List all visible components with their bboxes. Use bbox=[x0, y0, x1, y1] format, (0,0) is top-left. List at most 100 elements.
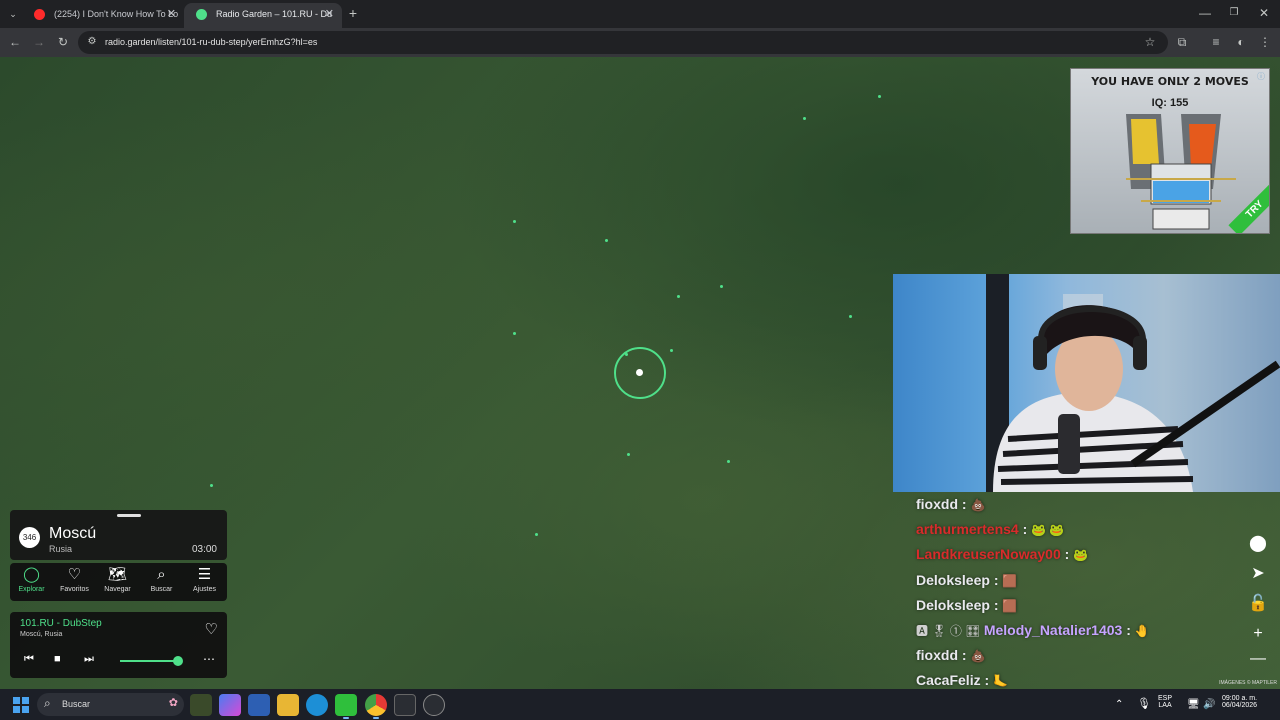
station-dot[interactable] bbox=[727, 460, 730, 463]
nav-label: Buscar bbox=[150, 586, 173, 593]
more-options-icon[interactable]: ⋯ bbox=[203, 652, 215, 666]
back-icon[interactable]: ← bbox=[5, 32, 25, 52]
heart-icon: ♡ bbox=[67, 566, 82, 583]
station-dot[interactable] bbox=[513, 332, 516, 335]
chat-username: Deloksleep bbox=[916, 571, 990, 588]
station-dot[interactable] bbox=[605, 239, 608, 242]
youtube-icon bbox=[34, 9, 45, 20]
volume-slider[interactable] bbox=[120, 660, 180, 662]
close-window-icon[interactable]: ✕ bbox=[1254, 3, 1274, 23]
local-time: 03:00 bbox=[191, 544, 217, 555]
terminal-icon[interactable] bbox=[394, 694, 416, 716]
station-dot[interactable] bbox=[803, 117, 806, 120]
chat-message: fioxdd : 💩 bbox=[916, 496, 986, 512]
site-info-icon[interactable]: ⚙ bbox=[82, 32, 102, 52]
next-icon[interactable]: ⏭ bbox=[84, 653, 94, 666]
tab-youtube[interactable]: (2254) I Don't Know How To Lo ✕ bbox=[22, 3, 184, 28]
station-dot[interactable] bbox=[878, 95, 881, 98]
station-pin-icon[interactable]: ⬤ bbox=[1246, 532, 1270, 556]
station-name[interactable]: 101.RU - DubStep bbox=[20, 618, 102, 629]
tab-search-icon[interactable]: ⌄ bbox=[3, 4, 23, 24]
taskbar-app-icon[interactable] bbox=[190, 694, 212, 716]
chat-username: CacaFeliz bbox=[916, 672, 981, 689]
place-city: Moscú bbox=[49, 525, 97, 542]
search-icon: ⌕ bbox=[157, 566, 166, 583]
windows-start-icon[interactable] bbox=[13, 697, 29, 713]
selected-station-dot[interactable] bbox=[636, 369, 643, 376]
browser-toolbar: ← → ↻ ⚙ radio.garden/listen/101-ru-dub-s… bbox=[0, 28, 1280, 57]
address-bar[interactable]: ⚙ radio.garden/listen/101-ru-dub-step/ye… bbox=[78, 31, 1168, 54]
chat-emote: 🐸 🐸 bbox=[1031, 523, 1065, 538]
network-icon[interactable]: 🖥 bbox=[1187, 689, 1200, 720]
edge-icon[interactable] bbox=[306, 694, 328, 716]
bookmark-star-icon[interactable]: ☆ bbox=[1140, 32, 1160, 52]
minimize-icon[interactable]: — bbox=[1195, 3, 1215, 23]
new-tab-icon[interactable]: + bbox=[343, 3, 363, 23]
volume-icon[interactable]: 🔊 bbox=[1203, 689, 1215, 720]
nav-label: Navegar bbox=[104, 586, 131, 593]
station-dot[interactable] bbox=[210, 484, 213, 487]
locate-me-icon[interactable]: ➤ bbox=[1246, 562, 1270, 586]
search-highlight-icon: ✿ bbox=[168, 697, 178, 709]
microphone-icon[interactable]: 🎙 bbox=[1137, 689, 1151, 720]
zoom-in-icon[interactable]: + bbox=[1246, 622, 1270, 646]
chat-emote: 💩 bbox=[970, 498, 986, 512]
zoom-out-icon[interactable]: — bbox=[1246, 647, 1270, 671]
clock-time: 09:00 a. m. bbox=[1222, 695, 1258, 702]
profile-avatar-icon[interactable]: ◐ bbox=[1231, 32, 1251, 52]
favorite-heart-icon[interactable]: ♡ bbox=[205, 620, 218, 638]
store-icon[interactable] bbox=[248, 694, 270, 716]
reload-icon[interactable]: ↻ bbox=[53, 32, 73, 52]
nav-label: Explorar bbox=[18, 586, 45, 593]
chat-emote: 🟫 bbox=[1002, 573, 1018, 588]
station-dot[interactable] bbox=[513, 220, 516, 223]
chat-username: Melody_Natalier1403 bbox=[983, 621, 1123, 638]
stop-icon[interactable]: ■ bbox=[54, 653, 61, 665]
chat-message: 🅰 🎖 ① 🎛 Melody_Natalier1403 : 🤚 bbox=[916, 621, 1150, 638]
extensions-icon[interactable]: ⧉ bbox=[1172, 32, 1192, 52]
place-card[interactable]: 346 Moscú Rusia 03:00 bbox=[10, 510, 227, 560]
restore-icon[interactable]: ❐ bbox=[1224, 3, 1244, 23]
kick-icon[interactable] bbox=[335, 694, 357, 719]
language-code: ESP bbox=[1158, 695, 1173, 702]
browser-menu-icon[interactable]: ⋮ bbox=[1255, 32, 1275, 52]
radio-garden-icon bbox=[196, 9, 207, 20]
webcam-feed bbox=[986, 274, 1280, 492]
forward-icon[interactable]: → bbox=[29, 32, 49, 52]
nav-browse[interactable]: 🗺 Navegar bbox=[96, 565, 139, 593]
lock-icon[interactable]: 🔓 bbox=[1246, 592, 1270, 616]
drag-handle[interactable] bbox=[117, 514, 141, 517]
tab-radio-garden[interactable]: Radio Garden – 101.RU - Du ✕ bbox=[184, 3, 342, 28]
url-text[interactable]: radio.garden/listen/101-ru-dub-step/yerE… bbox=[105, 31, 317, 54]
previous-icon[interactable]: ⏮ bbox=[24, 653, 34, 666]
station-dot[interactable] bbox=[720, 285, 723, 288]
search-icon: ⌕ bbox=[44, 696, 51, 710]
media-controls-icon[interactable]: ≡ bbox=[1206, 32, 1226, 52]
tray-chevron-icon[interactable]: ⌃ bbox=[1115, 689, 1123, 720]
nav-search[interactable]: ⌕ Buscar bbox=[140, 565, 183, 593]
chrome-icon[interactable] bbox=[365, 694, 387, 719]
place-country: Rusia bbox=[49, 544, 73, 554]
station-dot[interactable] bbox=[670, 349, 673, 352]
game-ad[interactable]: ⓘ YOU HAVE ONLY 2 MOVES IQ: 155 TRY bbox=[1070, 68, 1270, 234]
nav-favorites[interactable]: ♡ Favoritos bbox=[53, 565, 96, 593]
chat-message: fioxdd : 💩 bbox=[916, 647, 986, 664]
nav-explore[interactable]: ◯ Explorar bbox=[10, 565, 53, 593]
taskbar-search[interactable]: ⌕ Buscar ✿ bbox=[37, 693, 184, 716]
obs-icon[interactable] bbox=[423, 694, 445, 716]
browser-tab-bar: ⌄ (2254) I Don't Know How To Lo ✕ Radio … bbox=[0, 0, 1280, 28]
station-dot[interactable] bbox=[677, 295, 680, 298]
close-tab-icon[interactable]: ✕ bbox=[325, 3, 334, 25]
station-dot[interactable] bbox=[535, 533, 538, 536]
close-tab-icon[interactable]: ✕ bbox=[167, 3, 176, 25]
language-indicator[interactable]: ESP LAA bbox=[1158, 695, 1172, 709]
station-dot[interactable] bbox=[627, 453, 630, 456]
station-dot[interactable] bbox=[849, 315, 852, 318]
nav-settings[interactable]: ☰ Ajustes bbox=[183, 565, 226, 593]
copilot-icon[interactable] bbox=[219, 694, 241, 716]
streamer-webcam bbox=[893, 274, 1280, 492]
clock[interactable]: 09:00 a. m. 06/04/2026 bbox=[1222, 695, 1257, 709]
chat-emote: 🤚 bbox=[1134, 623, 1150, 638]
volume-knob[interactable] bbox=[173, 656, 183, 666]
file-explorer-icon[interactable] bbox=[277, 694, 299, 716]
